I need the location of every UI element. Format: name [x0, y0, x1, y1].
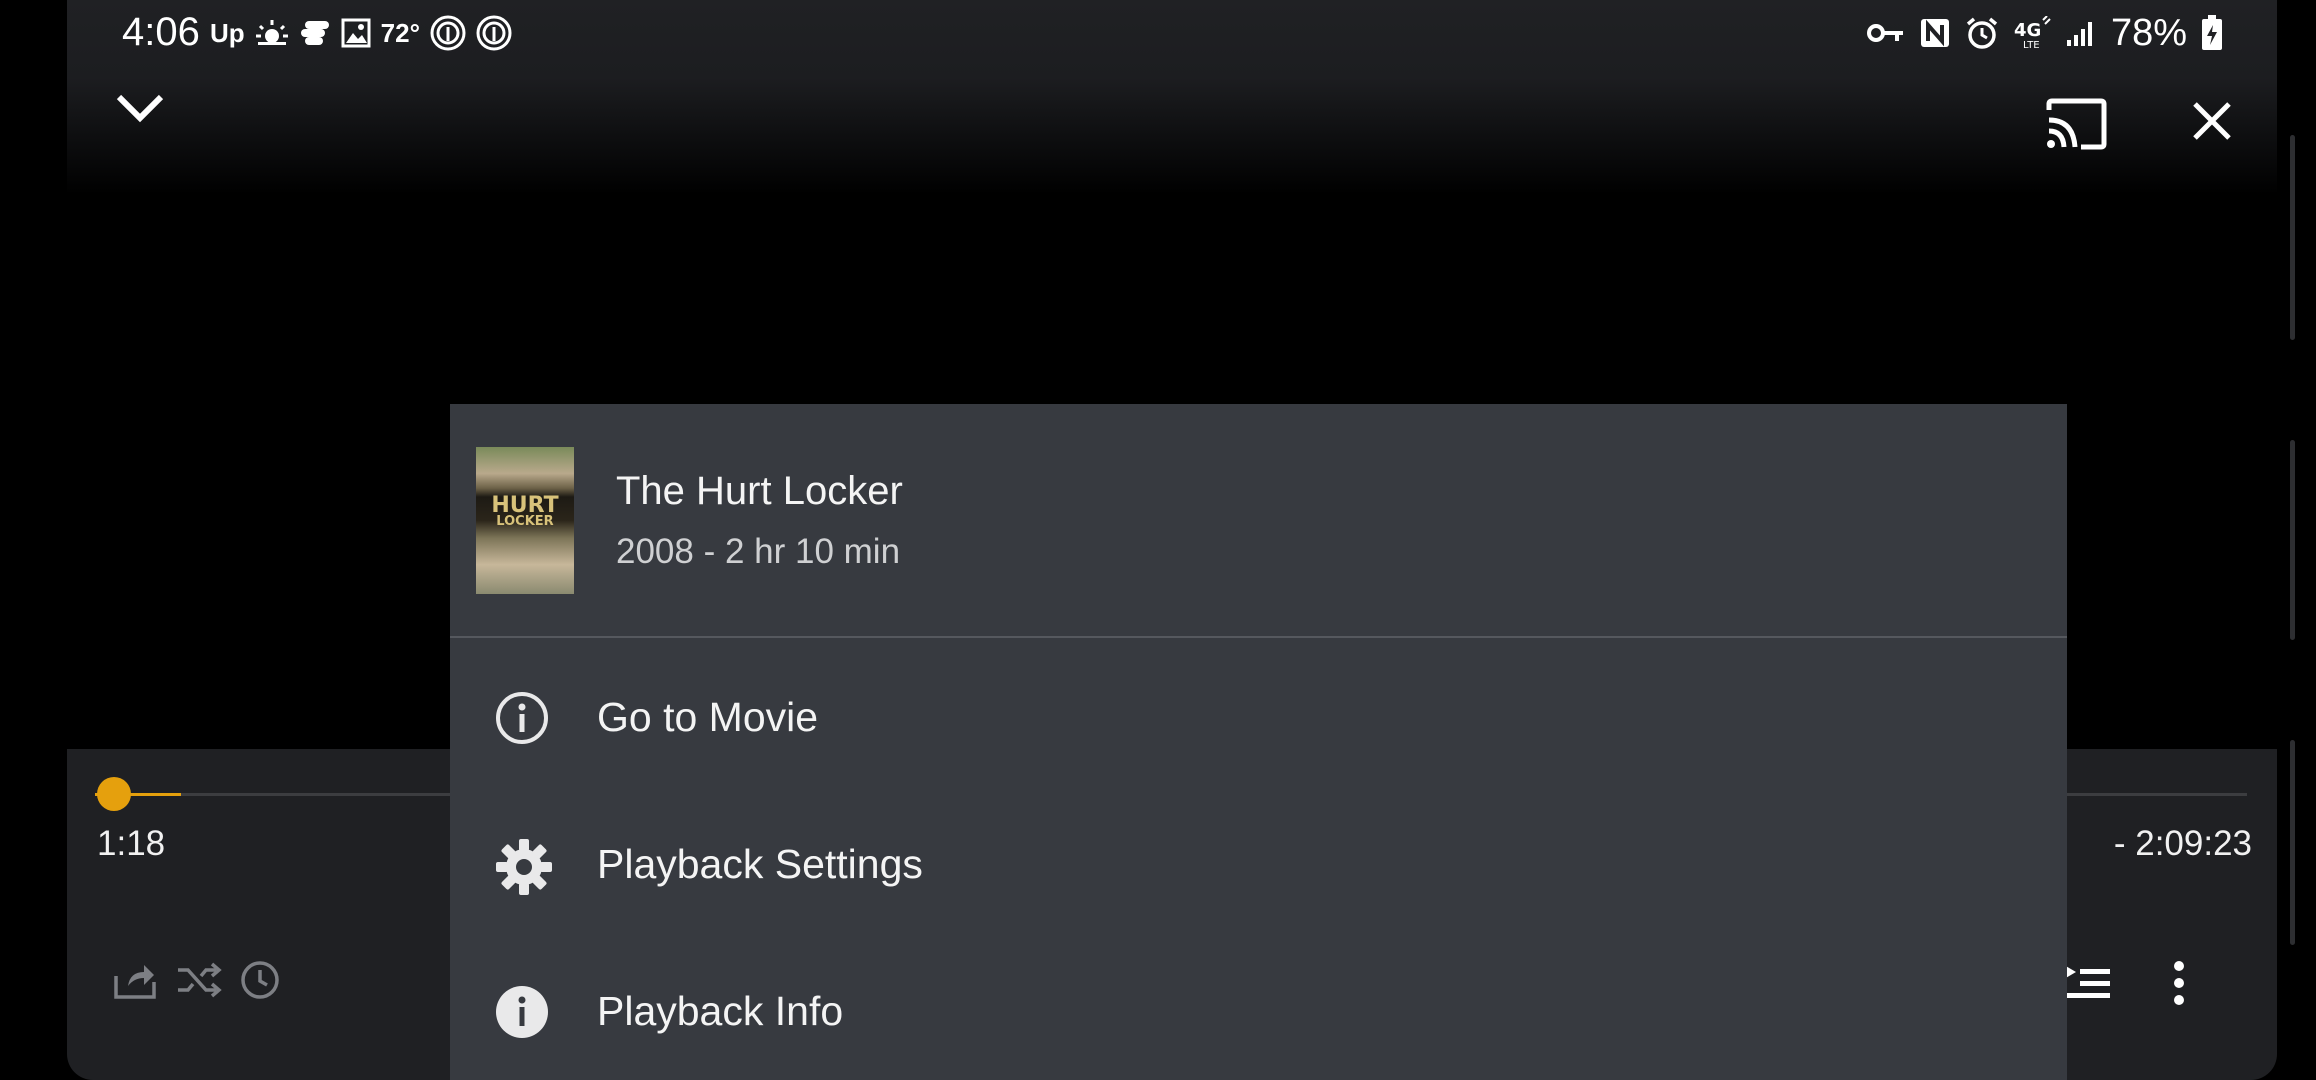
- elapsed-time: 1:18: [97, 824, 166, 863]
- remaining-time: - 2:09:23: [2113, 824, 2252, 863]
- menu-item-label: Playback Settings: [597, 841, 923, 887]
- seek-thumb[interactable]: [97, 777, 131, 811]
- alarm-icon: [1965, 16, 1999, 50]
- svg-text:4G: 4G: [2014, 20, 2041, 41]
- info-outline-icon: [494, 690, 550, 746]
- cast-icon[interactable]: [2045, 98, 2107, 150]
- menu-header: HURT LOCKER The Hurt Locker 2008 - 2 hr …: [450, 404, 2067, 638]
- options-menu: HURT LOCKER The Hurt Locker 2008 - 2 hr …: [450, 404, 2067, 1080]
- info-filled-icon: [494, 984, 550, 1040]
- player-screen: 4:06 Up 72° 4G LTE 78% 1:18 - 2:09:23 HU…: [67, 0, 2277, 1080]
- share-icon[interactable]: [112, 960, 158, 1000]
- status-time: 4:06: [122, 10, 200, 54]
- app-icon: [299, 19, 331, 47]
- gear-icon: [494, 837, 552, 895]
- vpn-key-icon: [1866, 21, 1905, 45]
- status-bar: 4:06 Up 72° 4G LTE 78%: [67, 0, 2277, 66]
- fingerprint-icon: [476, 15, 512, 51]
- temperature: 72°: [380, 17, 420, 48]
- menu-item-label: Go to Movie: [597, 694, 819, 740]
- poster-title-line2: LOCKER: [496, 514, 554, 529]
- left-control-icons: [112, 960, 280, 1000]
- movie-title: The Hurt Locker: [616, 469, 903, 513]
- right-control-icons: [2062, 960, 2186, 1006]
- svg-text:LTE: LTE: [2023, 40, 2040, 50]
- movie-poster: HURT LOCKER: [476, 447, 574, 594]
- more-vert-icon[interactable]: [2172, 960, 2186, 1006]
- image-icon: [341, 18, 371, 48]
- signal-icon: [2065, 18, 2097, 48]
- shuffle-icon[interactable]: [176, 962, 222, 998]
- status-right-icons: 4G LTE 78%: [1866, 10, 2223, 56]
- edge-handle: [2290, 135, 2295, 340]
- nfc-icon: [1919, 17, 1951, 49]
- queue-icon[interactable]: [2062, 963, 2112, 1003]
- menu-item-label: Playback Info: [597, 988, 844, 1034]
- edge-handle: [2290, 440, 2295, 640]
- battery-charging-icon: [2201, 15, 2223, 51]
- fingerprint-icon: [430, 15, 466, 51]
- up-icon: Up: [210, 17, 245, 48]
- menu-item-go-to-movie[interactable]: Go to Movie: [450, 644, 2067, 791]
- status-left-icons: Up 72°: [210, 14, 512, 52]
- edge-handle: [2290, 740, 2295, 945]
- 4g-lte-icon: 4G LTE: [2013, 16, 2051, 50]
- weather-icon: [255, 18, 289, 48]
- movie-meta: 2008 - 2 hr 10 min: [616, 532, 901, 571]
- battery-percent: 78%: [2110, 11, 2187, 54]
- sleep-timer-icon[interactable]: [240, 960, 280, 1000]
- collapse-chevron-icon[interactable]: [115, 92, 165, 124]
- menu-item-playback-settings[interactable]: Playback Settings: [450, 791, 2067, 938]
- menu-item-playback-info[interactable]: Playback Info: [450, 938, 2067, 1080]
- close-icon[interactable]: [2191, 100, 2233, 142]
